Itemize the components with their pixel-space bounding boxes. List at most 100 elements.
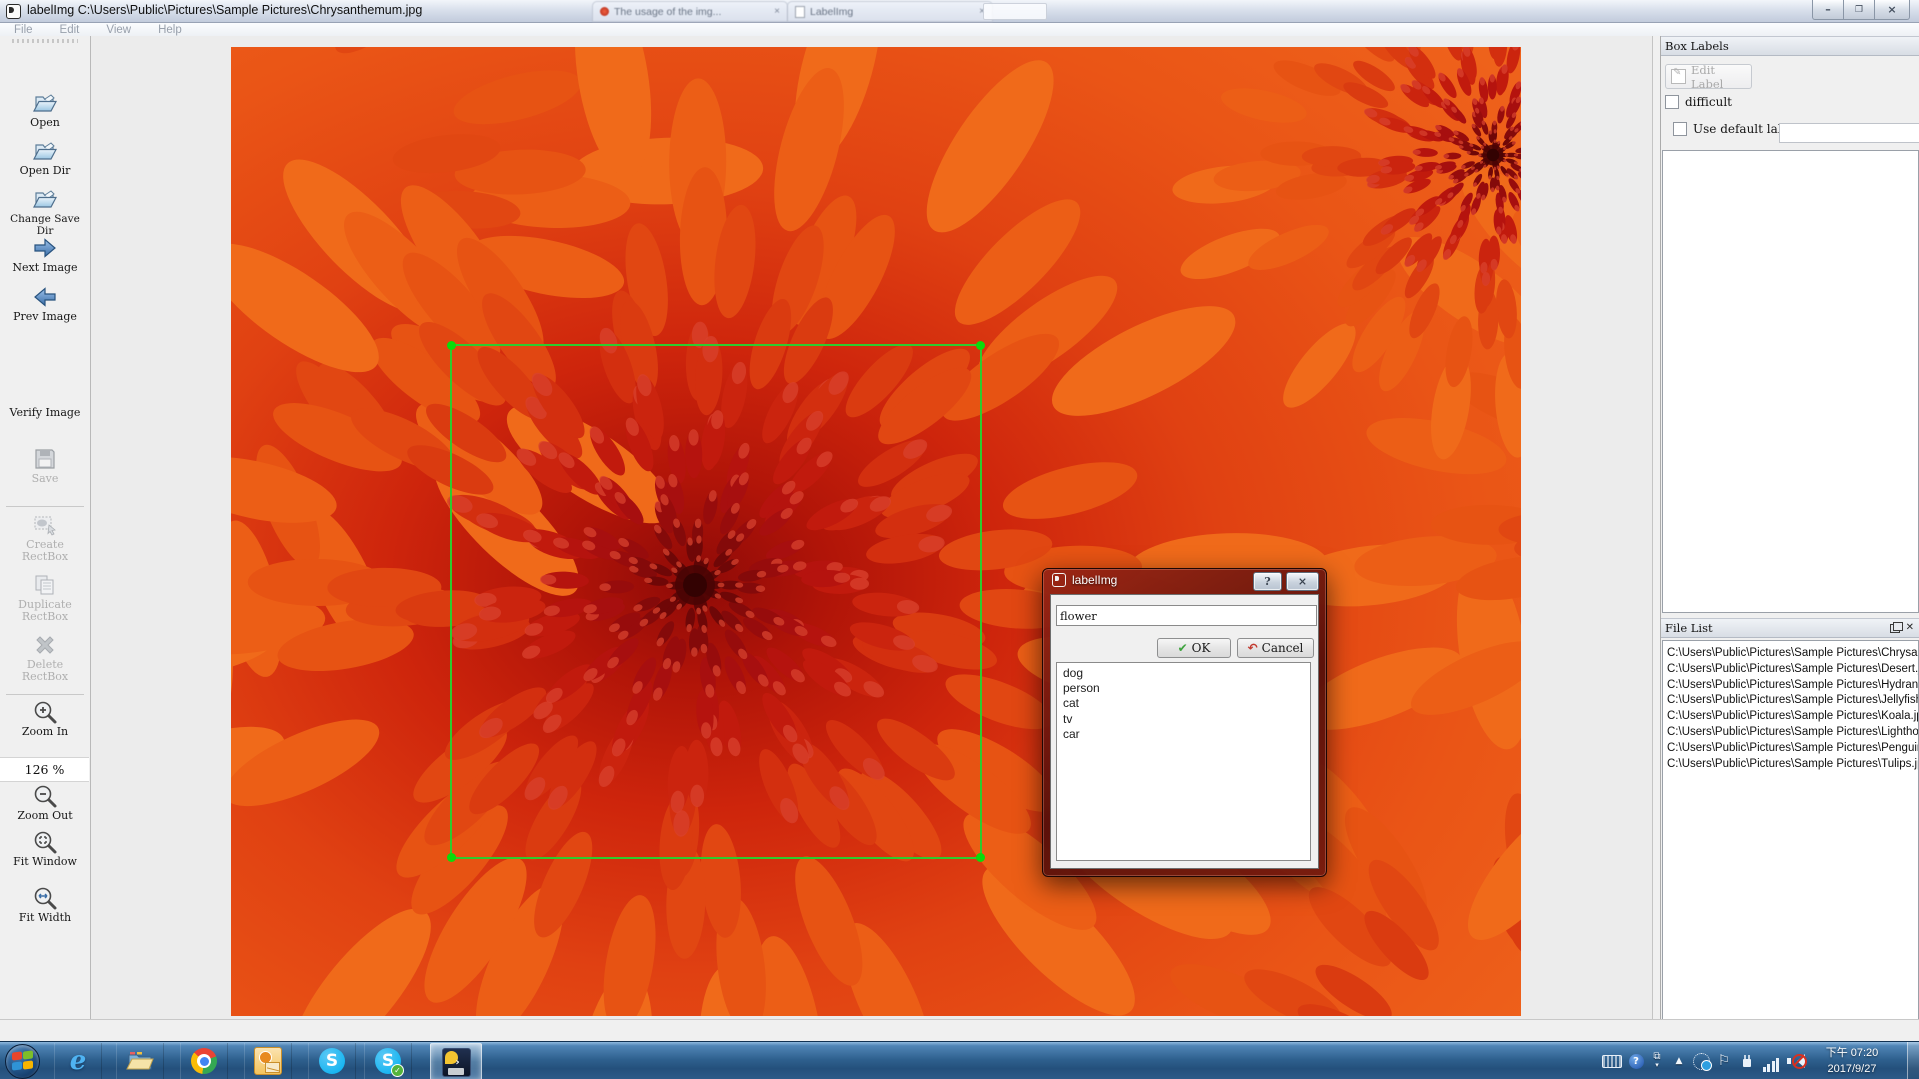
save-button[interactable]: Save <box>0 446 90 485</box>
toolbar-drag-handle[interactable] <box>12 39 78 43</box>
tray-power-plug-icon[interactable] <box>1737 1050 1757 1072</box>
file-list-item[interactable]: C:\Users\Public\Pictures\Sample Pictures… <box>1663 757 1918 773</box>
file-list-item[interactable]: C:\Users\Public\Pictures\Sample Pictures… <box>1663 646 1918 662</box>
close-panel-icon[interactable]: ✕ <box>1906 623 1914 633</box>
tray-volume-muted-icon[interactable] <box>1785 1050 1809 1072</box>
label-option[interactable]: person <box>1057 681 1310 696</box>
tray-action-center-flag-icon[interactable]: ⚐ <box>1714 1049 1734 1073</box>
ghost-tab-fragment <box>983 3 1047 20</box>
tray-window-icon[interactable]: ⧉▾ <box>1648 1046 1666 1076</box>
duplicate-rectbox-button[interactable]: Duplicate RectBox <box>0 572 90 623</box>
tray-skype-icon[interactable] <box>1690 1050 1712 1072</box>
clock-time: 下午 07:20 <box>1812 1045 1892 1061</box>
delete-rectbox-icon <box>32 632 58 658</box>
fit-window-icon <box>32 829 58 855</box>
labelimg-app-icon <box>6 4 21 19</box>
taskbar-ie-button[interactable]: e <box>54 1043 102 1079</box>
file-list-item[interactable]: C:\Users\Public\Pictures\Sample Pictures… <box>1663 678 1918 694</box>
zoom-out-button[interactable]: Zoom Out <box>0 783 90 822</box>
fit-window-button[interactable]: Fit Window <box>0 829 90 868</box>
tray-network-signal-icon[interactable] <box>1760 1052 1782 1072</box>
ok-button[interactable]: ✔ OK <box>1157 638 1231 658</box>
label-option[interactable]: tv <box>1057 712 1310 727</box>
edit-label-button[interactable]: Edit Label <box>1665 64 1752 89</box>
taskbar-skype2-button[interactable]: S ✓ <box>364 1043 412 1079</box>
file-list-header[interactable]: File List ✕ <box>1661 618 1919 638</box>
dialog-app-icon <box>1052 573 1066 587</box>
online-check-badge: ✓ <box>391 1064 404 1077</box>
ghost-browser-tab-1[interactable]: The usage of the img... × <box>592 1 788 22</box>
close-button[interactable]: × <box>1874 0 1910 20</box>
bbox-handle-bottomleft[interactable] <box>447 853 456 862</box>
cancel-button[interactable]: ↶ Cancel <box>1237 638 1314 658</box>
taskbar-labelimg-button[interactable]: › <box>430 1043 482 1079</box>
label-option[interactable]: dog <box>1057 666 1310 681</box>
check-icon: ✔ <box>1178 641 1188 655</box>
label-options-list[interactable]: dog person cat tv car <box>1056 662 1311 861</box>
create-rectbox-button[interactable]: Create RectBox <box>0 512 90 563</box>
bbox-handle-topleft[interactable] <box>447 341 456 350</box>
file-list-item[interactable]: C:\Users\Public\Pictures\Sample Pictures… <box>1663 741 1918 757</box>
window-titlebar[interactable]: labelImg C:\Users\Public\Pictures\Sample… <box>0 0 1919 23</box>
save-floppy-icon <box>32 446 58 472</box>
label-option[interactable]: cat <box>1057 696 1310 711</box>
verify-image-button[interactable]: Verify Image <box>0 406 90 419</box>
label-text-input[interactable] <box>1056 605 1317 626</box>
file-list-item[interactable]: C:\Users\Public\Pictures\Sample Pictures… <box>1663 693 1918 709</box>
file-list-item[interactable]: C:\Users\Public\Pictures\Sample Pictures… <box>1663 725 1918 741</box>
zoom-in-button[interactable]: Zoom In <box>0 699 90 738</box>
ghost-browser-tab-2[interactable]: LabelImg × <box>787 1 993 22</box>
taskbar-explorer-button[interactable] <box>116 1043 164 1079</box>
box-labels-header[interactable]: Box Labels <box>1661 36 1919 56</box>
open-folder-icon <box>32 90 58 116</box>
fit-width-button[interactable]: Fit Width <box>0 885 90 924</box>
ghost-tab-close-icon[interactable]: × <box>774 6 780 17</box>
next-image-button[interactable]: Next Image <box>0 235 90 274</box>
menu-file[interactable]: File <box>14 24 33 36</box>
dialog-close-button[interactable]: × <box>1286 572 1319 591</box>
float-panel-icon[interactable] <box>1890 624 1900 633</box>
restore-icon: ❐ <box>1855 5 1863 15</box>
open-button[interactable]: Open <box>0 90 90 129</box>
open-dir-button[interactable]: Open Dir <box>0 138 90 177</box>
box-labels-list[interactable] <box>1662 150 1919 613</box>
delete-rectbox-button[interactable]: Delete RectBox <box>0 632 90 683</box>
tray-show-hidden-icons[interactable]: ▲ <box>1670 1050 1688 1072</box>
ghost-tab-favicon <box>795 6 805 18</box>
bbox-handle-bottomright[interactable] <box>976 853 985 862</box>
bbox-handle-topright[interactable] <box>976 341 985 350</box>
create-rectbox-icon <box>32 512 58 538</box>
start-button[interactable] <box>5 1044 40 1079</box>
file-list[interactable]: C:\Users\Public\Pictures\Sample Pictures… <box>1662 640 1919 1025</box>
duplicate-rectbox-icon <box>32 572 58 598</box>
tray-keyboard-icon[interactable] <box>1601 1050 1623 1072</box>
prev-image-button[interactable]: Prev Image <box>0 284 90 323</box>
show-desktop-button[interactable] <box>1907 1042 1919 1079</box>
fit-width-icon <box>32 885 58 911</box>
annotation-bbox[interactable] <box>450 344 982 859</box>
image-canvas[interactable] <box>91 36 1652 1019</box>
dialog-titlebar[interactable]: labelImg <box>1052 573 1117 587</box>
difficult-row: difficult <box>1665 95 1732 109</box>
menu-view[interactable]: View <box>106 24 131 36</box>
change-save-dir-button[interactable]: Change Save Dir <box>0 186 90 237</box>
tray-help-icon[interactable]: ? <box>1626 1050 1646 1072</box>
file-list-item[interactable]: C:\Users\Public\Pictures\Sample Pictures… <box>1663 709 1918 725</box>
restore-button[interactable]: ❐ <box>1843 0 1875 20</box>
label-option[interactable]: car <box>1057 727 1310 742</box>
menu-edit[interactable]: Edit <box>60 24 80 36</box>
difficult-checkbox[interactable] <box>1665 95 1679 109</box>
taskbar-clock[interactable]: 下午 07:20 2017/9/27 <box>1812 1045 1892 1077</box>
dialog-help-button[interactable]: ? <box>1253 572 1282 591</box>
close-icon: × <box>1298 575 1307 588</box>
taskbar-outlook-button[interactable] <box>244 1043 292 1079</box>
menu-help[interactable]: Help <box>158 24 182 36</box>
label-dialog[interactable]: labelImg ? × ✔ OK ↶ Cancel dog person ca… <box>1042 568 1327 877</box>
default-label-input[interactable] <box>1779 123 1919 143</box>
minimize-button[interactable]: – <box>1812 0 1844 20</box>
taskbar-skype-button[interactable]: S <box>308 1043 356 1079</box>
zoom-percent-spinbox[interactable]: 126 % <box>0 757 89 782</box>
file-list-item[interactable]: C:\Users\Public\Pictures\Sample Pictures… <box>1663 662 1918 678</box>
taskbar-chrome-button[interactable] <box>180 1043 228 1079</box>
use-default-label-checkbox[interactable] <box>1673 122 1687 136</box>
